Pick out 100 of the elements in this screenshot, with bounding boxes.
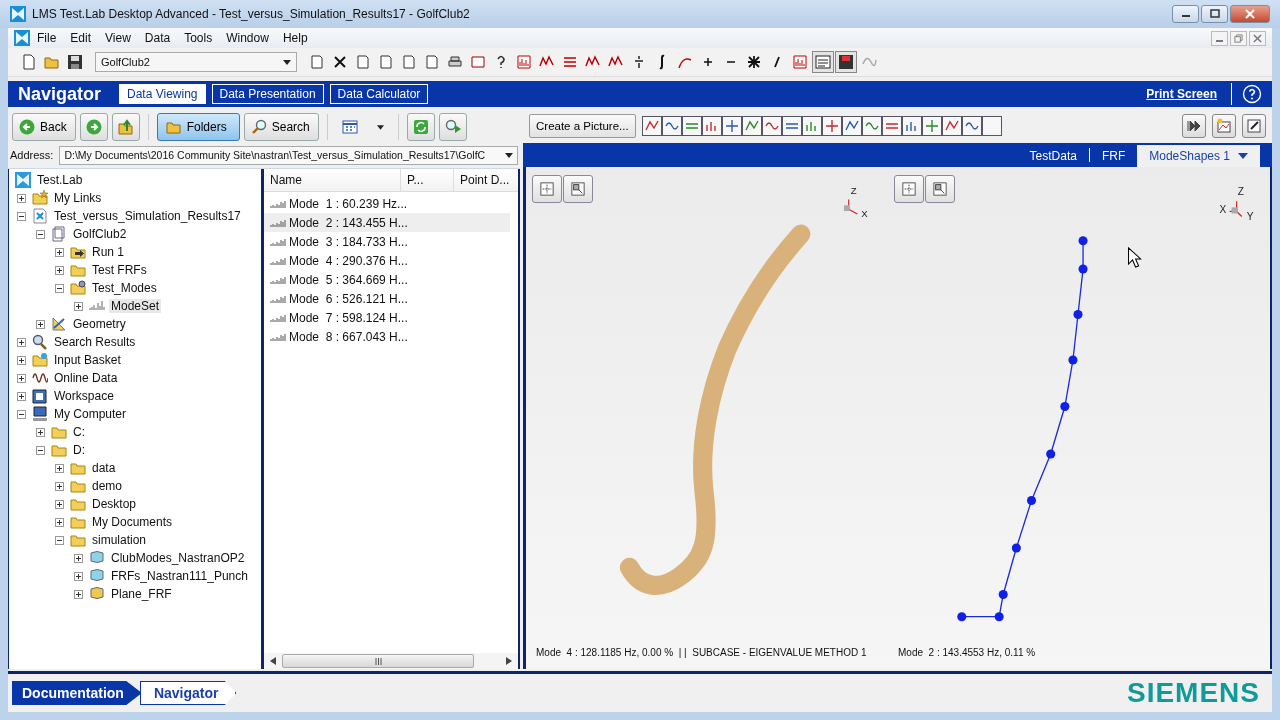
zoom-view-button[interactable] [925,175,955,203]
graph-type-button[interactable] [761,116,782,136]
project-dropdown[interactable]: GolfClub2 [95,52,297,72]
disk-button[interactable] [835,51,857,73]
graph-type-button[interactable] [961,116,982,136]
folders-button[interactable]: Folders [156,113,240,141]
mode-row[interactable]: Mode 2 : 143.455 H... [264,213,510,232]
expander-icon[interactable] [17,409,26,419]
fit-view-button[interactable] [894,175,924,203]
graph-type-button[interactable] [801,116,822,136]
tree-item[interactable]: Online Data [52,371,120,385]
view-tab[interactable]: Data Viewing [119,84,206,104]
view-tab[interactable]: Data Presentation [211,84,324,104]
search-button[interactable]: Search [243,113,319,141]
maximize-button[interactable] [1201,5,1228,23]
expander-icon[interactable] [17,193,26,203]
tree-item[interactable]: FRFs_Nastran111_Punch [109,569,250,583]
expander-icon[interactable] [74,571,83,581]
expander-icon[interactable] [55,283,64,293]
tree-item[interactable]: ClubModes_NastranOP2 [109,551,247,565]
tree-item[interactable]: Search Results [52,335,138,349]
tree-item[interactable]: Input Basket [52,353,123,367]
scroll-left-icon[interactable] [270,657,276,665]
tree-item[interactable]: Plane_FRF [109,587,174,601]
minimize-button[interactable] [1172,5,1199,23]
expander-icon[interactable] [55,499,64,509]
expander-icon[interactable] [36,427,45,437]
graph-type-button[interactable] [841,116,862,136]
find-button[interactable] [438,113,467,141]
expander-icon[interactable] [55,535,64,545]
new-picture-button[interactable] [1212,114,1236,138]
tree-item[interactable]: D: [71,443,87,457]
expander-icon[interactable] [55,481,64,491]
graph-type-button[interactable] [861,116,882,136]
tree-item[interactable]: ModeSet [109,299,162,313]
graph-type-button[interactable] [821,116,842,136]
graph-type-button[interactable] [741,116,762,136]
refresh-button[interactable] [406,113,435,141]
menu-item[interactable]: Tools [177,31,220,45]
tree-item[interactable]: simulation [90,533,149,547]
graph-type-button[interactable] [661,116,682,136]
expander-icon[interactable] [74,553,83,563]
expander-icon[interactable] [17,355,26,365]
mode-row[interactable]: Mode 8 : 667.043 H... [264,327,510,346]
graph-type-button[interactable] [721,116,742,136]
expander-icon[interactable] [17,373,26,383]
tree-item[interactable]: Test.Lab [35,173,85,187]
mode-row[interactable]: Mode 3 : 184.733 H... [264,232,510,251]
horizontal-scrollbar[interactable] [264,653,518,669]
menu-item[interactable]: Data [137,31,178,45]
tree-item[interactable]: Test_Modes [90,281,159,295]
tree-item[interactable]: Test_versus_Simulation_Results17 [52,209,243,223]
expander-icon[interactable] [36,445,45,455]
breadcrumb-tab[interactable]: Navigator [139,681,237,705]
graph-type-button[interactable] [701,116,722,136]
edit-button[interactable] [1242,114,1266,138]
graph-type-button[interactable] [901,116,922,136]
zoom-view-button[interactable] [563,175,593,203]
expander-icon[interactable] [36,229,45,239]
tree-item[interactable]: Geometry [71,317,128,331]
tree-item[interactable]: Workspace [52,389,116,403]
menu-item[interactable]: Edit [63,31,99,45]
tree-item[interactable]: Desktop [90,497,139,511]
graph-type-button[interactable] [681,116,702,136]
menu-item[interactable]: File [30,31,64,45]
scroll-right-icon[interactable] [506,657,512,665]
blank-button[interactable] [981,116,1002,136]
graph-type-button[interactable] [641,116,662,136]
graph-type-button[interactable] [941,116,962,136]
expander-icon[interactable] [55,517,64,527]
tree-item[interactable]: C: [71,425,87,439]
expander-icon[interactable] [17,337,26,347]
column-header[interactable]: P... [401,169,454,191]
tree-item[interactable]: demo [90,479,125,493]
graph-type-button[interactable] [881,116,902,136]
expander-icon[interactable] [55,247,64,257]
menu-item[interactable]: View [98,31,138,45]
expander-icon[interactable] [55,463,64,473]
tree-item[interactable]: GolfClub2 [71,227,129,241]
column-header[interactable]: Name [264,169,401,191]
mode-row[interactable]: Mode 4 : 290.376 H... [264,251,510,270]
up-folder-button[interactable] [111,113,140,141]
column-header[interactable]: Point D... [454,169,518,191]
expander-icon[interactable] [17,391,26,401]
mode-row[interactable]: Mode 5 : 364.669 H... [264,270,510,289]
mode-row[interactable]: Mode 6 : 526.121 H... [264,289,510,308]
tree-item[interactable]: Test FRFs [90,263,149,277]
print-screen-link[interactable]: Print Screen [1146,87,1217,101]
forward-button[interactable] [1182,114,1206,138]
back-button[interactable]: Back [12,113,76,141]
display-tab[interactable]: FRF [1089,145,1138,167]
restore-button[interactable] [1230,30,1247,46]
address-field[interactable]: D:\My Documents\2016 Community Site\nastran\Test_versus_Simulation_Results17\GolfC [59,145,518,165]
list-button[interactable] [812,51,834,73]
tree-item[interactable]: Run 1 [90,245,127,259]
expander-icon[interactable] [36,319,45,329]
close-button[interactable] [1230,5,1270,23]
tree-item[interactable]: data [90,461,118,475]
close-button[interactable] [1249,30,1266,46]
expander-icon[interactable] [55,265,64,275]
